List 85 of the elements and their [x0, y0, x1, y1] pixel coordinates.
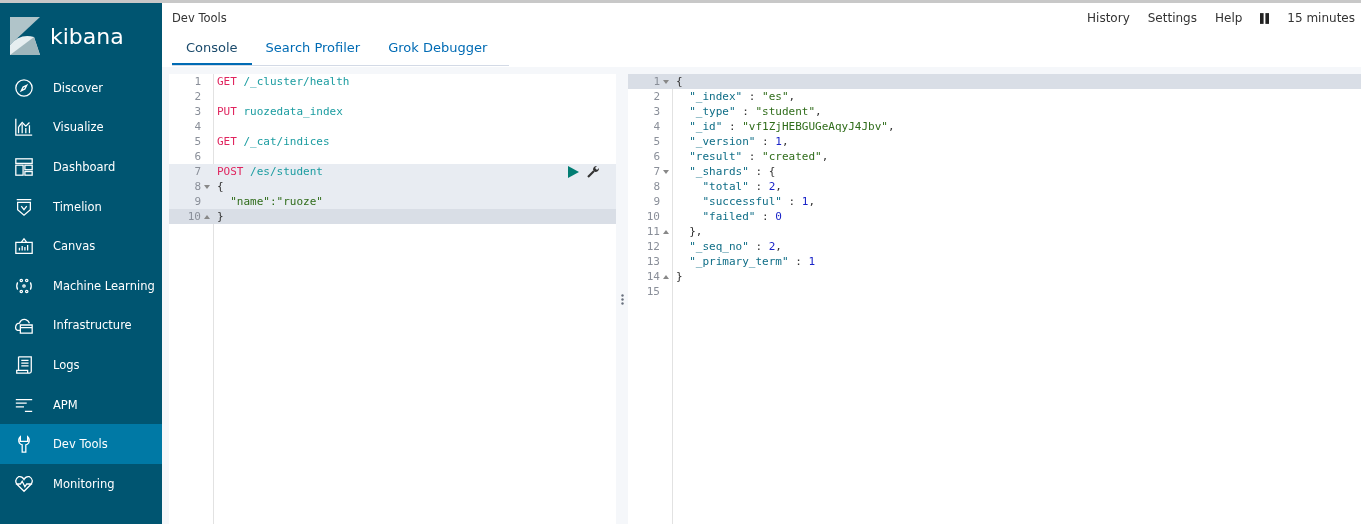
- heartbeat-icon: [14, 473, 34, 494]
- sidebar-item[interactable]: Monitoring: [0, 463, 162, 504]
- code-line: }: [675, 270, 683, 283]
- line-number: 9: [193, 195, 201, 208]
- fold-icon[interactable]: [663, 229, 669, 234]
- sidebar-item[interactable]: Infrastructure: [0, 305, 162, 346]
- fold-icon[interactable]: [663, 274, 669, 279]
- code-line: },: [688, 225, 703, 238]
- line-chart-icon: [14, 117, 34, 138]
- sidebar-item[interactable]: Visualize: [0, 107, 162, 148]
- play-icon[interactable]: [568, 165, 579, 178]
- line-number: 4: [652, 120, 660, 133]
- line-number: 2: [652, 90, 660, 103]
- tab[interactable]: Search Profiler: [251, 36, 375, 65]
- logo-text: kibana: [50, 23, 124, 49]
- line-number: 3: [193, 105, 201, 118]
- line-number: 9: [652, 195, 660, 208]
- line-number: 12: [645, 240, 660, 253]
- code-line: GET /_cat/indices: [216, 135, 330, 148]
- tab[interactable]: Grok Debugger: [374, 36, 502, 65]
- code-line: "_shards" : {: [688, 165, 776, 178]
- line-number: 2: [193, 90, 201, 103]
- line-number: 8: [193, 180, 201, 193]
- line-number: 14: [645, 270, 660, 283]
- fold-icon[interactable]: [204, 184, 210, 189]
- line-number: 7: [652, 165, 660, 178]
- dashboard-icon: [14, 157, 34, 177]
- code-line: GET /_cluster/health: [216, 75, 350, 88]
- line-number: 5: [652, 135, 660, 148]
- sidebar-item[interactable]: Dev Tools: [0, 424, 162, 464]
- request-editor[interactable]: 1 GET /_cluster/health 2 3 PUT ruozedata_index 4 5 GET /_cat/indices 6 7 POST /es/student 8 { 9 "name":"ruoze" 10 }: [169, 74, 616, 524]
- sidebar-item[interactable]: Timelion: [0, 186, 162, 227]
- resize-handle-icon[interactable]: [620, 293, 624, 305]
- line-number: 6: [193, 150, 201, 163]
- header-link[interactable]: Help: [1214, 11, 1243, 25]
- code-line: "_version" : 1,: [688, 135, 789, 148]
- line-number: 10: [186, 210, 201, 223]
- sidebar-item[interactable]: Discover: [0, 68, 162, 108]
- line-number: 7: [193, 165, 201, 178]
- code-line: "successful" : 1,: [701, 195, 816, 208]
- code-line: "total" : 2,: [701, 180, 782, 193]
- line-number: 6: [652, 150, 660, 163]
- sidebar-item[interactable]: APM: [0, 384, 162, 425]
- pause-icon[interactable]: [1260, 12, 1270, 24]
- line-number: 1: [652, 75, 660, 88]
- line-number: 10: [645, 210, 660, 223]
- code-line: POST /es/student: [216, 165, 323, 178]
- code-line: }: [216, 210, 224, 223]
- code-line: "name":"ruoze": [229, 195, 323, 208]
- page-title: Dev Tools: [172, 11, 227, 25]
- fold-icon[interactable]: [663, 169, 669, 174]
- shield-icon: [14, 196, 34, 217]
- scroll-icon: [14, 354, 34, 375]
- sidebar-item[interactable]: Machine Learning: [0, 265, 162, 306]
- compass-icon: [14, 77, 34, 98]
- sidebar-item[interactable]: Logs: [0, 345, 162, 385]
- code-line: {: [216, 180, 224, 193]
- line-number: 5: [193, 135, 201, 148]
- code-line: {: [675, 75, 683, 88]
- code-line: "_index" : "es",: [688, 90, 796, 103]
- code-line: "_type" : "student",: [688, 105, 822, 118]
- line-number: 8: [652, 180, 660, 193]
- fold-icon[interactable]: [663, 79, 669, 84]
- easel-icon: [14, 236, 34, 257]
- wrench-icon[interactable]: [587, 165, 600, 178]
- line-number: 3: [652, 105, 660, 118]
- code-line: "_seq_no" : 2,: [688, 240, 782, 253]
- time-picker[interactable]: 15 minutes: [1287, 11, 1355, 25]
- sidebar-item[interactable]: Canvas: [0, 226, 162, 266]
- code-line: "_id" : "vf1ZjHEBGUGeAqyJ4Jbv",: [688, 120, 895, 133]
- line-number: 4: [193, 120, 201, 133]
- code-line: PUT ruozedata_index: [216, 105, 343, 118]
- code-line: "result" : "created",: [688, 150, 829, 163]
- line-number: 15: [645, 285, 660, 298]
- tab[interactable]: Console: [172, 36, 252, 65]
- fold-icon[interactable]: [204, 214, 210, 219]
- line-number: 11: [645, 225, 660, 238]
- kibana-logo-icon: [10, 17, 40, 55]
- code-line: "_primary_term" : 1: [688, 255, 816, 268]
- header-link[interactable]: History: [1087, 11, 1130, 25]
- line-number: 13: [645, 255, 660, 268]
- line-number: 1: [193, 75, 201, 88]
- sidebar-item[interactable]: Dashboard: [0, 147, 162, 187]
- header-link[interactable]: Settings: [1147, 11, 1197, 25]
- code-line: "failed" : 0: [701, 210, 782, 223]
